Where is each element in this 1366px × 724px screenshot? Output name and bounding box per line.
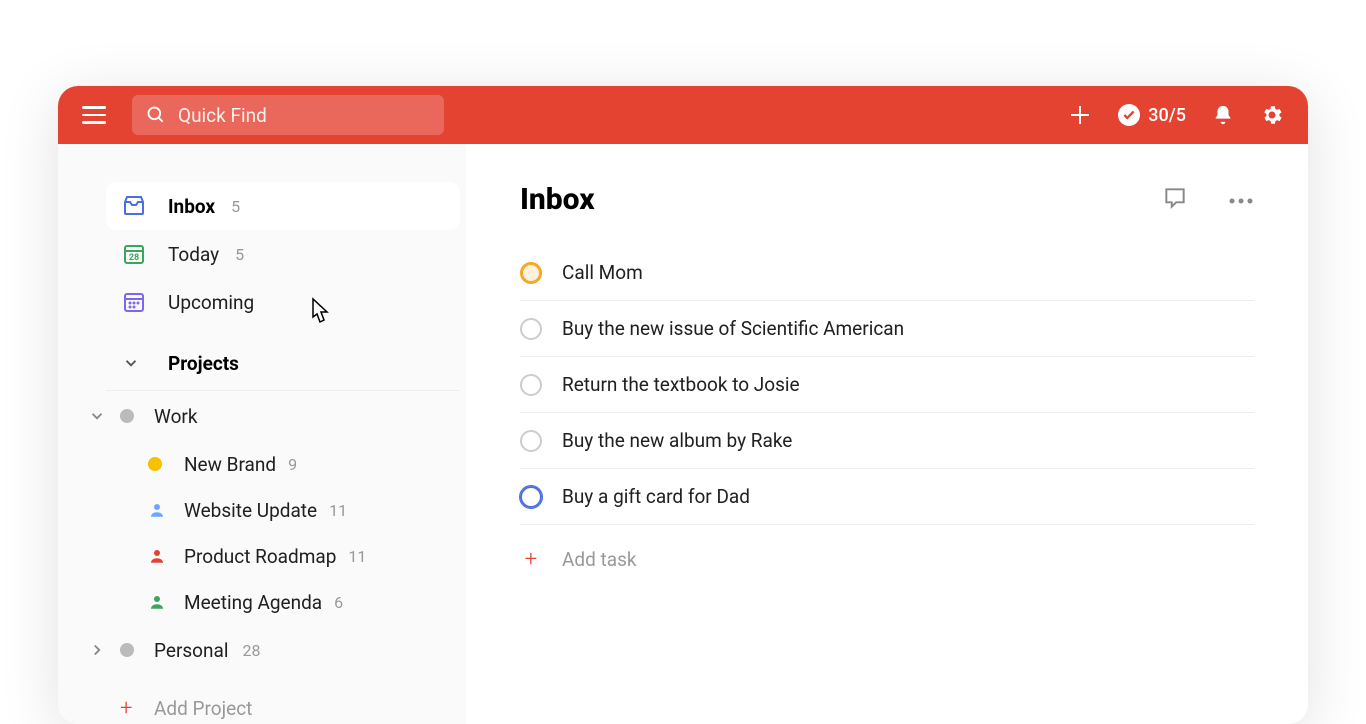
task-row[interactable]: Buy the new album by Rake: [520, 413, 1254, 469]
project-label: Personal: [154, 639, 228, 662]
task-checkbox[interactable]: [520, 430, 542, 452]
chevron-right-icon: [88, 641, 106, 659]
task-checkbox[interactable]: [520, 318, 542, 340]
productivity-button[interactable]: 30/5: [1118, 104, 1186, 126]
app-header: Quick Find 30/5: [58, 86, 1308, 144]
project-label: Meeting Agenda: [184, 591, 322, 614]
search-placeholder: Quick Find: [178, 104, 267, 127]
project-new-brand[interactable]: New Brand 9: [106, 441, 466, 487]
project-website-update[interactable]: Website Update 11: [106, 487, 466, 533]
task-row[interactable]: Call Mom: [520, 245, 1254, 301]
more-options-button[interactable]: [1228, 190, 1254, 209]
chevron-down-icon: [88, 407, 106, 425]
add-project-label: Add Project: [154, 697, 252, 720]
sidebar-item-count: 5: [235, 245, 244, 264]
sidebar-item-upcoming[interactable]: Upcoming: [106, 278, 460, 326]
notifications-button[interactable]: [1212, 104, 1234, 126]
hamburger-menu-button[interactable]: [82, 100, 112, 130]
add-task-label: Add task: [562, 548, 637, 571]
task-text: Buy a gift card for Dad: [562, 485, 750, 508]
project-count: 9: [288, 455, 297, 474]
sidebar: Inbox 5 28 Today 5 Upcoming Projects Wor…: [58, 144, 466, 724]
sidebar-item-label: Upcoming: [168, 291, 254, 314]
add-task-button[interactable]: + Add task: [520, 531, 1254, 587]
project-count: 6: [334, 593, 343, 612]
project-label: Work: [154, 405, 197, 428]
search-box[interactable]: Quick Find: [132, 95, 444, 135]
person-icon: [148, 501, 166, 519]
plus-icon: +: [520, 547, 542, 572]
app-window: Quick Find 30/5 Inb: [58, 86, 1308, 724]
task-row[interactable]: Buy a gift card for Dad: [520, 469, 1254, 525]
search-icon: [146, 105, 166, 125]
app-body: Inbox 5 28 Today 5 Upcoming Projects Wor…: [58, 144, 1308, 724]
svg-text:28: 28: [129, 253, 139, 263]
project-personal[interactable]: Personal 28: [106, 625, 466, 675]
add-project-button[interactable]: + Add Project: [106, 685, 466, 724]
page-title: Inbox: [520, 182, 1162, 217]
project-label: Website Update: [184, 499, 317, 522]
main-content: Inbox Call Mom Buy the new i: [466, 144, 1308, 724]
project-product-roadmap[interactable]: Product Roadmap 11: [106, 533, 466, 579]
task-row[interactable]: Buy the new issue of Scientific American: [520, 301, 1254, 357]
project-color-dot: [120, 409, 134, 423]
sidebar-item-label: Inbox: [168, 195, 215, 218]
sidebar-item-label: Today: [168, 243, 219, 266]
main-actions: [1162, 185, 1254, 215]
sidebar-item-count: 5: [231, 197, 240, 216]
project-work[interactable]: Work: [106, 391, 466, 441]
inbox-icon: [122, 194, 146, 218]
chevron-down-icon: [122, 354, 140, 372]
task-row[interactable]: Return the textbook to Josie: [520, 357, 1254, 413]
project-count: 11: [329, 501, 347, 520]
quick-add-button[interactable]: [1068, 103, 1092, 127]
task-text: Return the textbook to Josie: [562, 373, 800, 396]
calendar-today-icon: 28: [122, 242, 146, 266]
settings-button[interactable]: [1260, 103, 1284, 127]
task-text: Buy the new issue of Scientific American: [562, 317, 904, 340]
task-text: Buy the new album by Rake: [562, 429, 792, 452]
project-color-dot: [148, 457, 162, 471]
productivity-count: 30/5: [1148, 105, 1186, 126]
task-checkbox[interactable]: [520, 374, 542, 396]
task-list: Call Mom Buy the new issue of Scientific…: [520, 245, 1254, 587]
comments-button[interactable]: [1162, 185, 1188, 215]
projects-section-header[interactable]: Projects: [106, 340, 460, 386]
sidebar-item-today[interactable]: 28 Today 5: [106, 230, 460, 278]
project-label: New Brand: [184, 453, 276, 476]
project-color-dot: [120, 643, 134, 657]
projects-label: Projects: [168, 352, 239, 375]
header-actions: 30/5: [1068, 103, 1284, 127]
main-header: Inbox: [520, 182, 1254, 217]
plus-icon: +: [120, 696, 132, 721]
checkmark-circle-icon: [1118, 104, 1140, 126]
person-icon: [148, 593, 166, 611]
project-count: 28: [242, 641, 260, 660]
task-checkbox[interactable]: [520, 486, 542, 508]
calendar-upcoming-icon: [122, 290, 146, 314]
project-count: 11: [348, 547, 366, 566]
task-text: Call Mom: [562, 261, 643, 284]
project-label: Product Roadmap: [184, 545, 336, 568]
project-meeting-agenda[interactable]: Meeting Agenda 6: [106, 579, 466, 625]
person-icon: [148, 547, 166, 565]
task-checkbox[interactable]: [520, 262, 542, 284]
sidebar-item-inbox[interactable]: Inbox 5: [106, 182, 460, 230]
